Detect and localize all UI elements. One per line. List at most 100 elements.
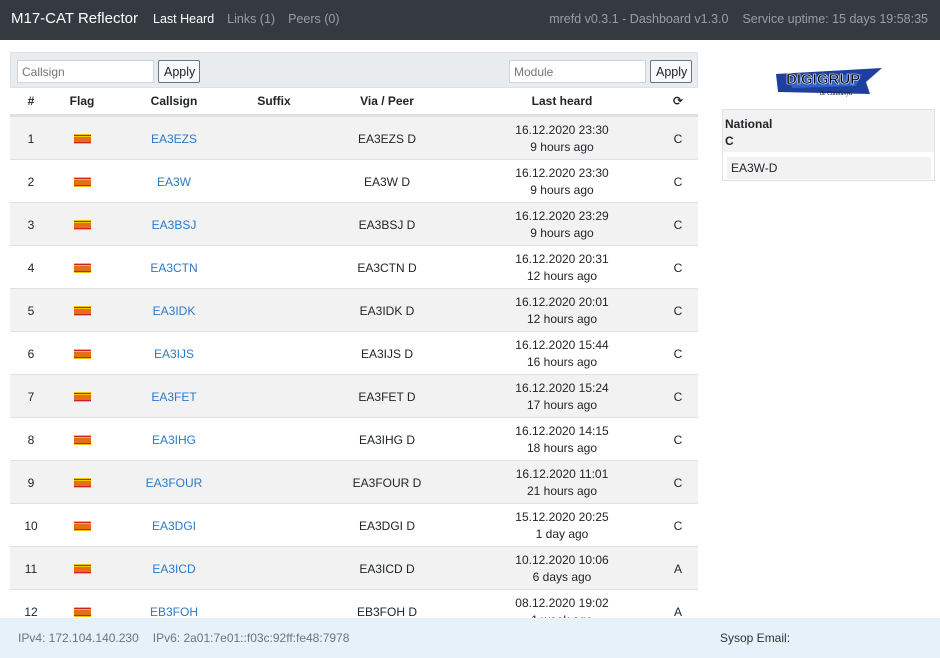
row-number: 10 (24, 518, 38, 533)
callsign-filter-input[interactable] (17, 60, 154, 83)
table-row: 11 EA3ICD EA3ICD D 10.12.2020 10:06 6 days a… (10, 546, 698, 589)
flag-cell (52, 117, 112, 160)
footer: IPv4: 172.104.140.230 IPv6: 2a01:7e01::f0… (0, 618, 940, 658)
table-row: 10 EA3DGI EA3DGI D 15.12.2020 20:25 1 day ag… (10, 503, 698, 546)
nav-last-heard[interactable]: Last Heard (153, 12, 214, 26)
table-row: 4 EA3CTN EA3CTN D 16.12.2020 20:31 12 hours … (10, 245, 698, 288)
callsign-link[interactable]: EA3EZS (151, 132, 197, 146)
callsign-link[interactable]: EB3FOH (150, 605, 198, 619)
last-heard-time: 15.12.2020 20:25 (515, 509, 609, 524)
suffix-cell (236, 590, 312, 618)
last-heard-cell: 16.12.2020 15:24 17 hours ago (462, 375, 662, 418)
row-number: 11 (24, 561, 38, 576)
version-text: mrefd v0.3.1 - Dashboard v1.3.0 (549, 12, 729, 26)
nav-links-count[interactable]: Links (1) (227, 12, 275, 26)
suffix-cell (236, 289, 312, 332)
suffix-cell (236, 461, 312, 504)
nav-links: Last Heard Links (1) Peers (0) (153, 12, 340, 26)
catalonia-flag-icon (73, 305, 91, 316)
callsign-link[interactable]: EA3CTN (150, 261, 197, 275)
row-number: 9 (27, 475, 35, 490)
catalonia-flag-icon (73, 262, 91, 273)
last-heard-ago: 9 hours ago (530, 139, 594, 154)
catalonia-flag-icon (73, 133, 91, 144)
table-row: 2 EA3W EA3W D 16.12.2020 23:30 9 hours ago C (10, 159, 698, 202)
table-row: 8 EA3IHG EA3IHG D 16.12.2020 14:15 18 hours … (10, 417, 698, 460)
module-filter-input[interactable] (509, 60, 646, 83)
last-heard-cell: 16.12.2020 23:30 9 hours ago (462, 160, 662, 203)
row-number: 2 (27, 174, 35, 189)
suffix-cell (236, 203, 312, 246)
callsign-link[interactable]: EA3DGI (152, 519, 196, 533)
last-heard-ago: 21 hours ago (526, 483, 598, 498)
catalonia-flag-icon (73, 391, 91, 402)
last-heard-ago: 18 hours ago (526, 440, 598, 455)
last-heard-ago: 9 hours ago (530, 225, 594, 240)
module-cell: A (673, 561, 682, 576)
table-header: # Flag Callsign Suffix Via / Peer Last h… (10, 88, 698, 116)
flag-cell (52, 547, 112, 590)
last-heard-time: 16.12.2020 23:30 (515, 122, 609, 137)
ipv6-text: IPv6: 2a01:7e01::f03c:92ff:fe48:7978 (152, 631, 350, 645)
last-heard-time: 10.12.2020 10:06 (515, 552, 609, 567)
last-heard-cell: 16.12.2020 11:01 21 hours ago (462, 461, 662, 504)
last-heard-time: 08.12.2020 19:02 (515, 595, 609, 610)
nav-peers[interactable]: Peers (0) (288, 12, 339, 26)
callsign-link[interactable]: EA3FET (151, 390, 196, 404)
module-card-user: EA3W-D (727, 157, 931, 179)
table-row: 6 EA3IJS EA3IJS D 16.12.2020 15:44 16 hours … (10, 331, 698, 374)
flag-cell (52, 418, 112, 461)
flag-cell (52, 289, 112, 332)
callsign-link[interactable]: EA3IJS (154, 347, 194, 361)
module-apply-button[interactable]: Apply (650, 60, 692, 83)
module-card: National C EA3W-D (722, 109, 935, 181)
header-module-icon: ⟳ (672, 94, 684, 108)
module-cell: C (673, 475, 683, 490)
top-navbar: M17-CAT Reflector Last Heard Links (1) P… (0, 0, 940, 40)
callsign-link[interactable]: EA3W (157, 175, 191, 189)
flag-cell (52, 246, 112, 289)
table-row: 12 EB3FOH EB3FOH D 08.12.2020 19:021 week a… (10, 589, 698, 618)
digigrup-logo: DIGIGRUP de Catalunya (770, 64, 885, 100)
sysop-email[interactable]: Sysop Email: (720, 631, 790, 645)
module-cell: C (673, 174, 683, 189)
last-heard-ago: 6 days ago (532, 569, 592, 584)
row-number: 5 (27, 303, 35, 318)
last-heard-panel: Apply Apply # Flag Callsign Suffix Via /… (10, 52, 698, 618)
module-cell: C (673, 432, 683, 447)
last-heard-ago: 17 hours ago (526, 397, 598, 412)
via-peer-cell: EA3ICD D (359, 561, 415, 576)
callsign-link[interactable]: EA3IDK (153, 304, 196, 318)
table-row: 7 EA3FET EA3FET D 16.12.2020 15:24 17 hours … (10, 374, 698, 417)
table-row: 9 EA3FOUR EA3FOUR D 16.12.2020 11:01 21 hour… (10, 460, 698, 503)
last-heard-time: 16.12.2020 14:15 (515, 423, 609, 438)
suffix-cell (236, 504, 312, 547)
flag-cell (52, 160, 112, 203)
nav-info: mrefd v0.3.1 - Dashboard v1.3.0 Service u… (549, 12, 928, 26)
via-peer-cell: EA3BSJ D (358, 217, 416, 232)
callsign-link[interactable]: EA3FOUR (146, 476, 203, 490)
brand-title[interactable]: M17-CAT Reflector (11, 10, 138, 27)
callsign-link[interactable]: EA3IHG (152, 433, 196, 447)
suffix-cell (236, 246, 312, 289)
last-heard-time: 16.12.2020 23:30 (515, 165, 609, 180)
suffix-cell (236, 117, 312, 160)
suffix-cell (236, 332, 312, 375)
table-body: 1 EA3EZS EA3EZS D 16.12.2020 23:30 9 hours a… (10, 116, 698, 618)
module-cell: C (673, 389, 683, 404)
module-card-header: National C (723, 110, 934, 152)
callsign-link[interactable]: EA3BSJ (152, 218, 197, 232)
catalonia-flag-icon (73, 219, 91, 230)
last-heard-time: 16.12.2020 15:24 (515, 380, 609, 395)
module-cell: A (673, 604, 682, 619)
last-heard-ago: 12 hours ago (526, 268, 598, 283)
flag-cell (52, 375, 112, 418)
flag-cell (52, 461, 112, 504)
via-peer-cell: EA3CTN D (357, 260, 417, 275)
suffix-cell (236, 160, 312, 203)
catalonia-flag-icon (73, 606, 91, 617)
callsign-link[interactable]: EA3ICD (152, 562, 195, 576)
suffix-cell (236, 375, 312, 418)
callsign-apply-button[interactable]: Apply (158, 60, 200, 83)
flag-cell (52, 504, 112, 547)
